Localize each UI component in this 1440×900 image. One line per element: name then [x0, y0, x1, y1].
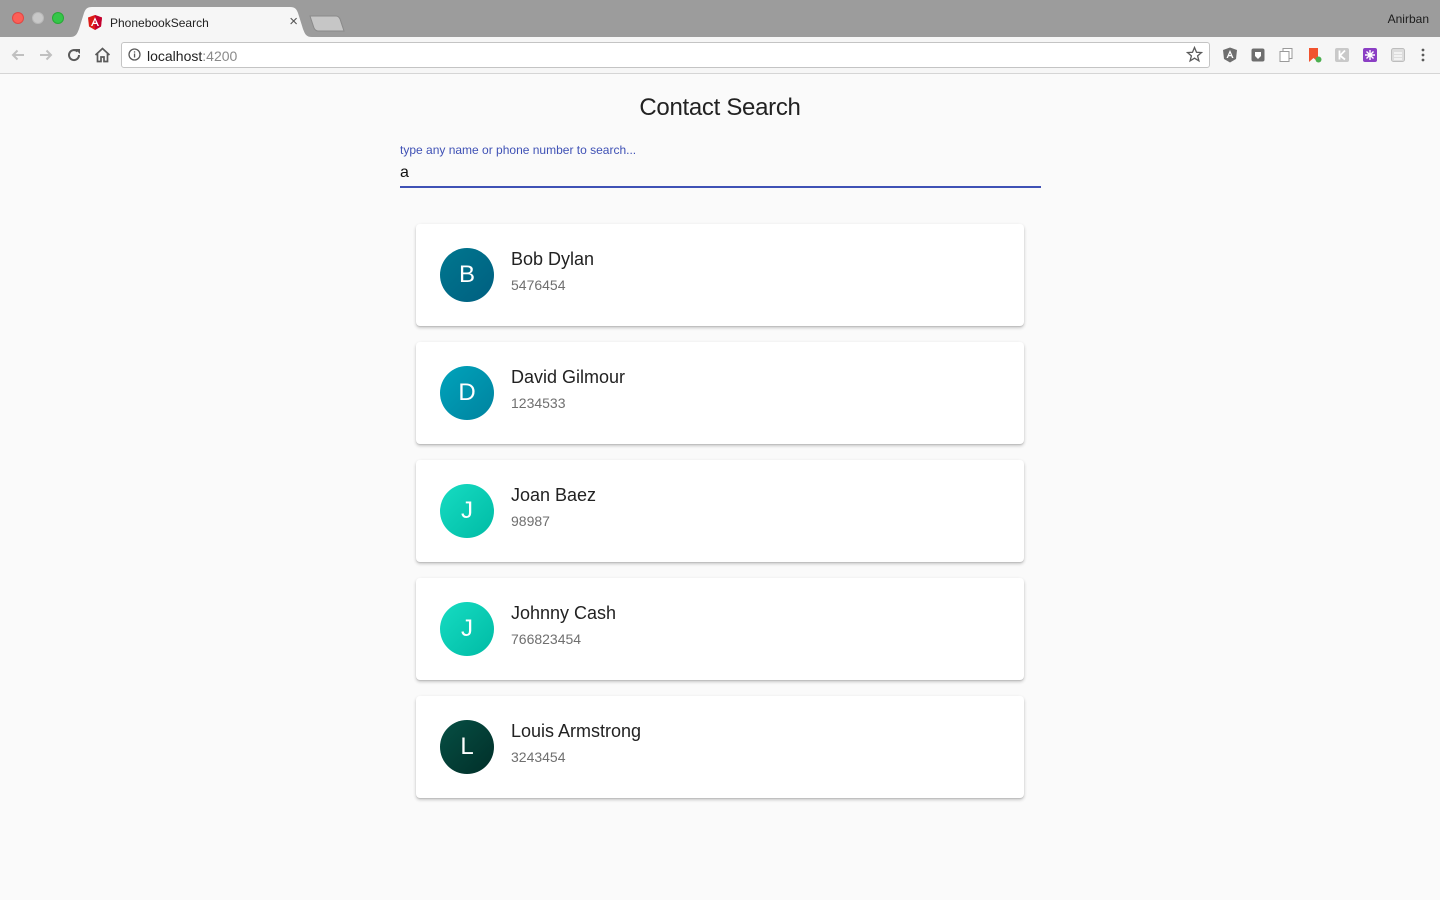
url-text: localhost:4200 [147, 48, 237, 64]
window-close-button[interactable] [12, 12, 24, 24]
grid-extension-icon[interactable] [1362, 47, 1378, 63]
contact-phone: 5476454 [511, 277, 566, 293]
browser-toolbar: localhost:4200 [0, 37, 1440, 74]
star-icon[interactable] [1186, 46, 1203, 63]
tab-title: PhonebookSearch [110, 16, 209, 30]
contact-card[interactable]: B Bob Dylan 5476454 [416, 224, 1024, 326]
reload-button[interactable] [64, 45, 84, 65]
avatar: J [440, 484, 494, 538]
contact-name: Joan Baez [511, 485, 597, 505]
contact-name: Johnny Cash [511, 603, 617, 623]
contact-name: David Gilmour [511, 367, 626, 387]
home-button[interactable] [92, 45, 112, 65]
contact-phone: 3243454 [511, 749, 566, 765]
page-title: Contact Search [639, 94, 801, 121]
bookmark-extension-icon[interactable] [1306, 47, 1322, 63]
browser-tab-active[interactable]: PhonebookSearch × [70, 7, 312, 37]
window-minimize-button[interactable] [32, 12, 44, 24]
info-icon[interactable] [128, 48, 141, 61]
arrow-left-icon [11, 49, 24, 61]
forward-button[interactable] [36, 45, 56, 65]
contact-card[interactable]: J Joan Baez 98987 [416, 460, 1024, 562]
search-field[interactable]: type any name or phone number to search.… [400, 140, 1041, 189]
avatar: D [440, 366, 494, 420]
pages-extension-icon[interactable] [1278, 47, 1294, 63]
reload-icon [68, 49, 81, 62]
back-button[interactable] [8, 45, 28, 65]
angular-extension-icon[interactable] [1222, 47, 1238, 63]
menu-kebab-icon[interactable] [1415, 47, 1431, 63]
avatar: B [440, 248, 494, 302]
k-extension-icon[interactable] [1334, 47, 1350, 63]
contact-phone: 98987 [511, 513, 550, 529]
sheet-extension-icon[interactable] [1390, 47, 1406, 63]
new-tab-button[interactable] [309, 15, 345, 32]
browser-tab-bar: PhonebookSearch × Anirban [0, 0, 1440, 37]
shield-extension-icon[interactable] [1250, 47, 1266, 63]
contact-phone: 1234533 [511, 395, 566, 411]
profile-name[interactable]: Anirban [1388, 12, 1429, 26]
contact-card[interactable]: J Johnny Cash 766823454 [416, 578, 1024, 680]
arrow-right-icon [40, 49, 53, 61]
contact-phone: 766823454 [511, 631, 582, 647]
address-bar[interactable]: localhost:4200 [121, 42, 1210, 68]
home-icon [94, 47, 110, 63]
url-port: :4200 [202, 48, 238, 64]
search-input[interactable] [400, 162, 1041, 184]
search-underline [400, 186, 1041, 188]
contact-card[interactable]: D David Gilmour 1234533 [416, 342, 1024, 444]
tab-close-icon[interactable]: × [289, 13, 298, 30]
url-host: localhost [147, 48, 203, 64]
avatar: L [440, 720, 494, 774]
contact-name: Bob Dylan [511, 249, 595, 269]
contact-card[interactable]: L Louis Armstrong 3243454 [416, 696, 1024, 798]
search-label: type any name or phone number to search.… [400, 143, 637, 157]
contact-name: Louis Armstrong [511, 721, 642, 741]
angular-logo-icon [88, 15, 102, 30]
contact-list: B Bob Dylan 5476454 D David Gilmour 1234… [416, 224, 1024, 814]
window-maximize-button[interactable] [52, 12, 64, 24]
avatar: J [440, 602, 494, 656]
